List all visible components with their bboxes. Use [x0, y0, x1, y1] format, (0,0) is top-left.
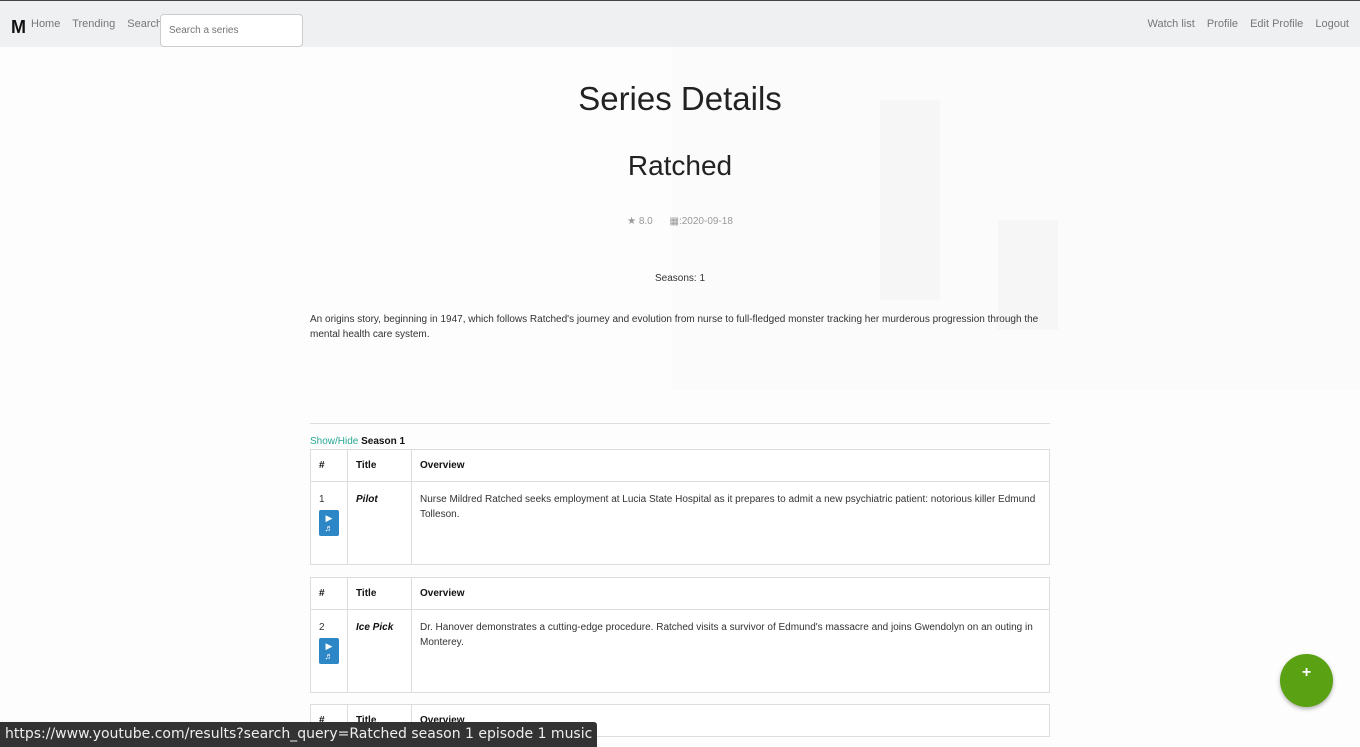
music-search-button[interactable]: ▶ ♬	[319, 638, 339, 664]
status-bar-url: https://www.youtube.com/results?search_q…	[0, 722, 598, 747]
episode-table: # Title Overview 1 ▶ ♬ Pilot Nurse Mildr…	[310, 449, 1050, 565]
column-header-overview: Overview	[411, 577, 1050, 610]
column-header-overview: Overview	[411, 449, 1050, 482]
season-header: Show/Hide Season 1	[310, 436, 405, 447]
episode-number: 2	[319, 622, 325, 633]
seasons-count: Seasons: 1	[654, 273, 706, 284]
nav-profile-link[interactable]: Profile	[1207, 18, 1238, 30]
youtube-icon: ▶	[325, 641, 333, 651]
series-overview: An origins story, beginning in 1947, whi…	[310, 314, 1039, 340]
episode-table: # Title Overview 2 ▶ ♬ Ice Pick Dr. Hano…	[310, 577, 1050, 693]
release-date-value: :2020-09-18	[678, 216, 733, 227]
season-label: Season 1	[361, 436, 406, 447]
table-header-row: # Title Overview	[310, 577, 1050, 610]
music-search-button[interactable]: ▶ ♬	[319, 510, 339, 536]
episode-title-cell: Ice Pick	[347, 609, 412, 693]
nav-left: Home Trending Search	[31, 18, 171, 30]
rating: ★ 8.0	[627, 216, 655, 227]
episode-overview: Dr. Hanover demonstrates a cutting-edge …	[411, 609, 1050, 693]
star-icon: ★	[627, 216, 637, 227]
episode-num-cell: 2 ▶ ♬	[310, 609, 348, 693]
column-header-num: #	[310, 577, 348, 610]
release-date: ▦:2020-09-18	[670, 216, 733, 227]
column-header-title: Title	[347, 577, 412, 610]
series-name: Ratched	[627, 150, 733, 181]
nav-trending-link[interactable]: Trending	[72, 18, 115, 30]
nav-watchlist-link[interactable]: Watch list	[1148, 18, 1195, 30]
music-note-icon: ♬	[324, 523, 334, 533]
nav-home-link[interactable]: Home	[31, 18, 60, 30]
table-row: 1 ▶ ♬ Pilot Nurse Mildred Ratched seeks …	[310, 481, 1050, 565]
search-input[interactable]	[160, 14, 303, 47]
page-title: Series Details	[578, 80, 782, 117]
episode-num-cell: 1 ▶ ♬	[310, 481, 348, 565]
background-shape	[880, 100, 940, 300]
youtube-icon: ▶	[325, 513, 333, 523]
nav-right: Watch list Profile Edit Profile Logout	[1139, 18, 1350, 30]
episode-title: Ice Pick	[356, 622, 394, 633]
episode-number: 1	[319, 494, 325, 505]
logo[interactable]: M	[11, 17, 26, 38]
nav-logout-link[interactable]: Logout	[1315, 18, 1349, 30]
table-header-row: # Title Overview	[310, 449, 1050, 482]
episode-title-cell: Pilot	[347, 481, 412, 565]
column-header-title: Title	[347, 449, 412, 482]
episode-title: Pilot	[356, 494, 378, 505]
navbar: M Home Trending Search Watch list Profil…	[0, 0, 1360, 47]
calendar-icon: ▦	[669, 216, 679, 227]
nav-edit-profile-link[interactable]: Edit Profile	[1250, 18, 1303, 30]
column-header-num: #	[310, 449, 348, 482]
table-row: 2 ▶ ♬ Ice Pick Dr. Hanover demonstrates …	[310, 609, 1050, 693]
add-fab-button[interactable]: +	[1280, 654, 1333, 707]
music-note-icon: ♬	[324, 651, 334, 661]
episode-overview: Nurse Mildred Ratched seeks employment a…	[411, 481, 1050, 565]
show-hide-link[interactable]: Show/Hide	[310, 436, 358, 447]
rating-value: 8.0	[638, 216, 653, 227]
nav-search-link[interactable]: Search	[127, 18, 162, 30]
divider	[310, 423, 1050, 424]
series-meta: ★ 8.0 ▦:2020-09-18	[0, 216, 1360, 227]
